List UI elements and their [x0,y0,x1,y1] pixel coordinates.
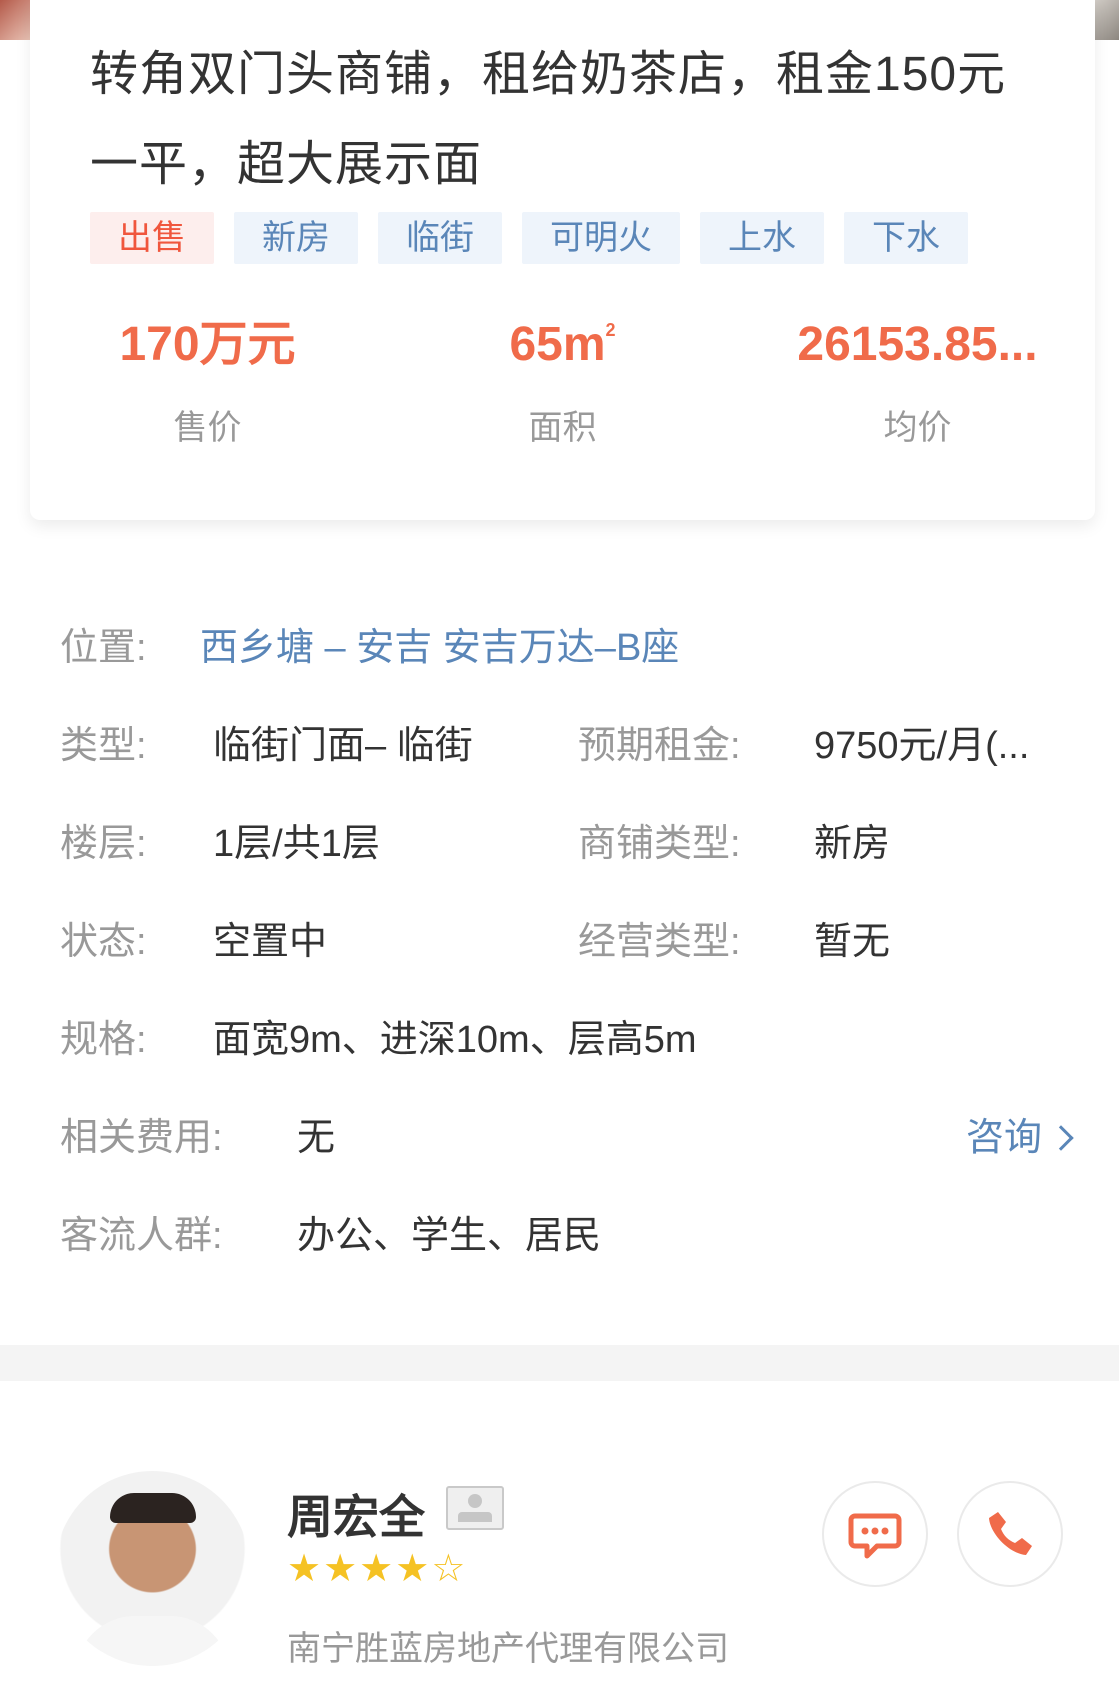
unit-price-value: 26153.85... [797,318,1038,371]
agent-company: 南宁胜蓝房地产代理有限公司 [287,1630,729,1668]
listing-summary-card: 转角双门头商铺，租给奶茶店，租金150元一平，超大展示面 出售 新房 临街 可明… [30,0,1095,520]
detail-row-floor: 楼层: 1层/共1层 商铺类型: 新房 [60,808,1070,906]
agent-name: 周宏全 [287,1491,425,1543]
status-value: 空置中 [213,921,328,963]
fees-value: 无 [297,1117,336,1159]
type-value: 临街门面– 临街 [213,725,473,767]
area-superscript: 2 [605,320,616,340]
avatar[interactable] [55,1471,250,1666]
avatar-hair [110,1493,196,1523]
listing-tags: 出售 新房 临街 可明火 上水 下水 [90,212,968,264]
gallery-photo-left-edge[interactable] [0,0,30,40]
type-label: 类型: [60,725,147,767]
stat-unit-price: 26153.85... 均价 [740,310,1095,449]
business-type-label: 经营类型: [578,921,741,963]
unit-price-label: 均价 [883,409,952,447]
chat-button[interactable] [822,1481,928,1587]
location-label: 位置: [60,627,147,669]
tag-sale: 出售 [90,212,214,264]
traffic-value: 办公、学生、居民 [297,1215,602,1257]
traffic-label: 客流人群: [60,1215,223,1257]
shop-type-value: 新房 [814,823,891,865]
rent-label: 预期租金: [578,725,741,767]
business-type-value: 暂无 [814,921,891,963]
spec-value: 面宽9m、进深10m、层高5m [213,1019,697,1061]
spec-label: 规格: [60,1019,147,1061]
detail-row-type: 类型: 临街门面– 临街 预期租金: 9750元/月(... [60,710,1070,808]
rent-value: 9750元/月(... [814,725,1030,767]
section-divider [0,1345,1119,1381]
chevron-right-icon [1048,1125,1074,1151]
fees-label: 相关费用: [60,1117,223,1159]
listing-stats: 170万元 售价 65m2 面积 26153.85... 均价 [30,310,1095,449]
star-filled-icon: ★ [323,1548,358,1590]
detail-row-location: 位置: 西乡塘 – 安吉 安吉万达–B座 [60,612,1070,710]
tag-drainage: 下水 [844,212,968,264]
stat-price: 170万元 售价 [30,310,385,449]
tag-new-house: 新房 [234,212,358,264]
agent-card[interactable]: 周宏全 ★ ★ ★ ★ ☆ 南宁胜蓝房地产代理有限公司 [0,1381,1119,1701]
detail-row-traffic: 客流人群: 办公、学生、居民 [60,1200,1070,1298]
detail-row-spec: 规格: 面宽9m、进深10m、层高5m [60,1004,1070,1102]
detail-row-fees: 相关费用: 无 咨询 [60,1102,1074,1200]
consult-label: 咨询 [965,1117,1042,1159]
area-number: 65m [509,318,606,371]
consult-button[interactable]: 咨询 [965,1102,1074,1174]
floor-value: 1层/共1层 [213,823,380,865]
star-filled-icon: ★ [359,1548,394,1590]
star-filled-icon: ★ [395,1548,430,1590]
agent-rating: ★ ★ ★ ★ ☆ [287,1549,465,1589]
stat-area: 65m2 面积 [385,310,740,449]
tag-street-facing: 临街 [378,212,502,264]
tag-open-flame: 可明火 [522,212,680,264]
chat-icon [848,1513,902,1559]
avatar-shirt [75,1616,230,1666]
location-link[interactable]: 西乡塘 – 安吉 安吉万达–B座 [200,612,679,684]
star-empty-icon: ☆ [431,1548,466,1590]
price-label: 售价 [173,409,242,447]
detail-row-status: 状态: 空置中 经营类型: 暂无 [60,906,1070,1004]
area-label: 面积 [528,409,597,447]
phone-icon [989,1512,1032,1555]
status-label: 状态: [60,921,147,963]
price-value: 170万元 [119,318,296,371]
star-filled-icon: ★ [287,1548,322,1590]
listing-title: 转角双门头商铺，租给奶茶店，租金150元一平，超大展示面 [90,48,1007,191]
shop-type-label: 商铺类型: [578,823,741,865]
id-card-icon [446,1486,504,1530]
tag-water-supply: 上水 [700,212,824,264]
call-button[interactable] [957,1481,1063,1587]
area-value: 65m2 [385,310,740,380]
property-details: 位置: 西乡塘 – 安吉 安吉万达–B座 类型: 临街门面– 临街 预期租金: … [60,612,1074,1298]
floor-label: 楼层: [60,823,147,865]
